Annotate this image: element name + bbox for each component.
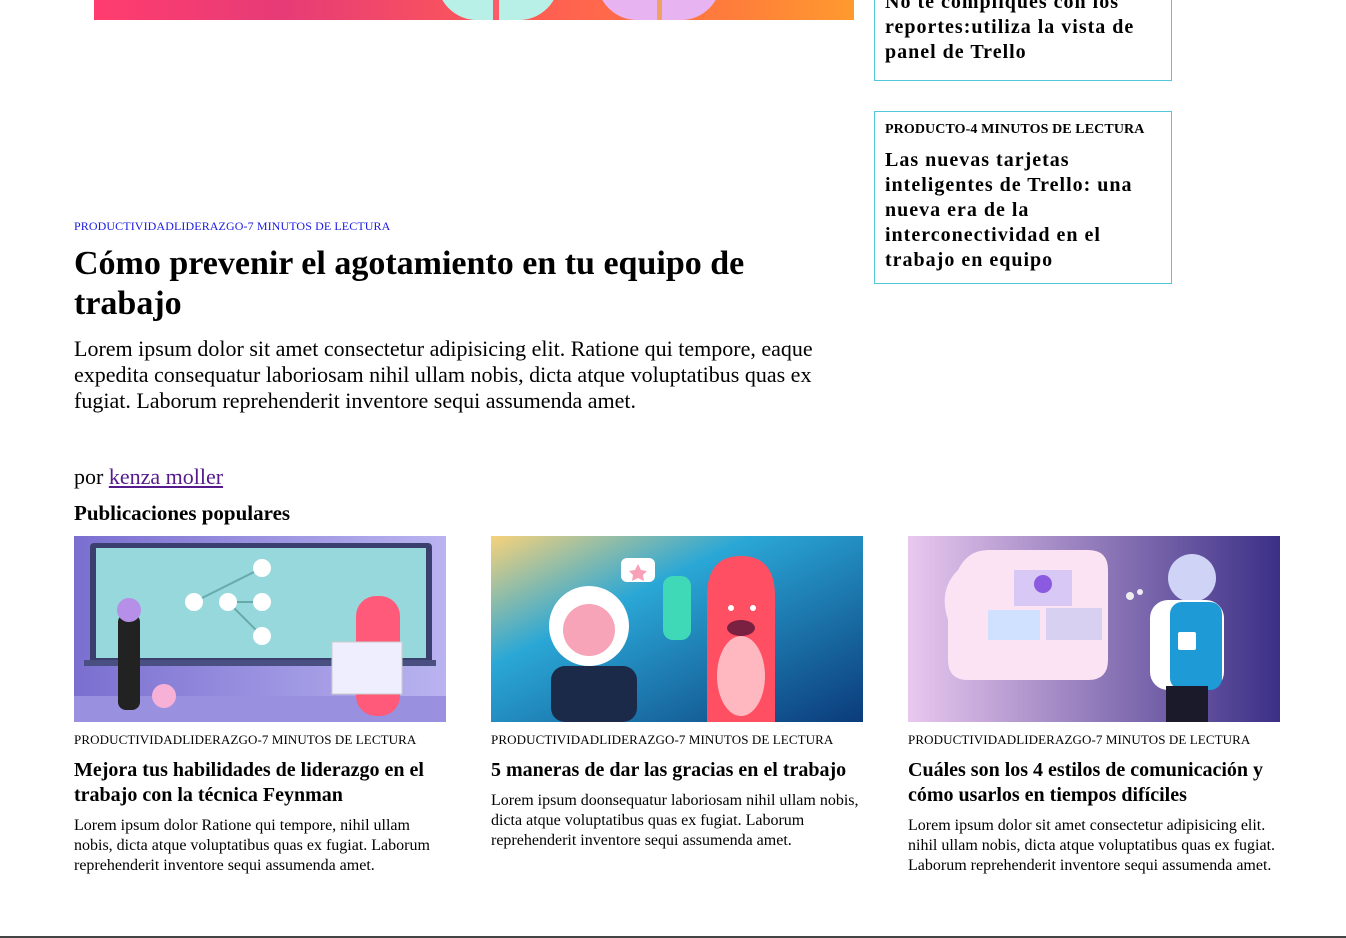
- byline-prefix: por: [74, 464, 104, 489]
- post-description: Lorem ipsum doonsequatur laboriosam nihi…: [491, 792, 859, 849]
- featured-title[interactable]: Cómo prevenir el agotamiento en tu equip…: [74, 244, 834, 324]
- post-thumbnail[interactable]: [908, 536, 1280, 722]
- post-category-link[interactable]: PRODUCTIVIDADLIDERAZGO-7 MINUTOS DE LECT…: [491, 732, 863, 748]
- author-link[interactable]: kenza moller: [109, 464, 223, 489]
- featured-description: Lorem ipsum dolor sit amet consectetur a…: [74, 336, 813, 413]
- post-category-link[interactable]: PRODUCTIVIDADLIDERAZGO-7 MINUTOS DE LECT…: [74, 732, 446, 748]
- sidebar-post-category: PRODUCTO-4 MINUTOS DE LECTURA: [885, 122, 1145, 137]
- post-title[interactable]: Mejora tus habilidades de liderazgo en e…: [74, 758, 446, 808]
- hero-image: [94, 0, 854, 20]
- post-title[interactable]: Cuáles son los 4 estilos de comunicación…: [908, 758, 1280, 808]
- byline: por kenza moller: [74, 464, 223, 490]
- popular-post-card[interactable]: PRODUCTIVIDADLIDERAZGO-7 MINUTOS DE LECT…: [491, 536, 863, 851]
- popular-post-card[interactable]: PRODUCTIVIDADLIDERAZGO-7 MINUTOS DE LECT…: [74, 536, 446, 876]
- sidebar-post-card[interactable]: PRODUCTO-4 MINUTOS DE LECTURA Las nuevas…: [874, 111, 1172, 284]
- post-thumbnail[interactable]: [491, 536, 863, 722]
- popular-post-card[interactable]: PRODUCTIVIDADLIDERAZGO-7 MINUTOS DE LECT…: [908, 536, 1280, 876]
- sidebar-post-title[interactable]: Las nuevas tarjetas inteligentes de Trel…: [885, 148, 1161, 273]
- post-description: Lorem ipsum dolor sit amet consectetur a…: [908, 817, 1276, 874]
- post-thumbnail[interactable]: [74, 536, 446, 722]
- popular-heading: Publicaciones populares: [74, 501, 291, 525]
- sidebar-post-card[interactable]: No te compliques con los reportes:utiliz…: [874, 0, 1172, 81]
- post-category-link[interactable]: PRODUCTIVIDADLIDERAZGO-7 MINUTOS DE LECT…: [908, 732, 1280, 748]
- post-title[interactable]: 5 maneras de dar las gracias en el traba…: [491, 758, 863, 783]
- sidebar-post-title[interactable]: No te compliques con los reportes:utiliz…: [885, 0, 1163, 65]
- post-description: Lorem ipsum dolor Ratione qui tempore, n…: [74, 817, 430, 874]
- featured-category-link[interactable]: PRODUCTIVIDADLIDERAZGO-7 MINUTOS DE LECT…: [74, 219, 390, 234]
